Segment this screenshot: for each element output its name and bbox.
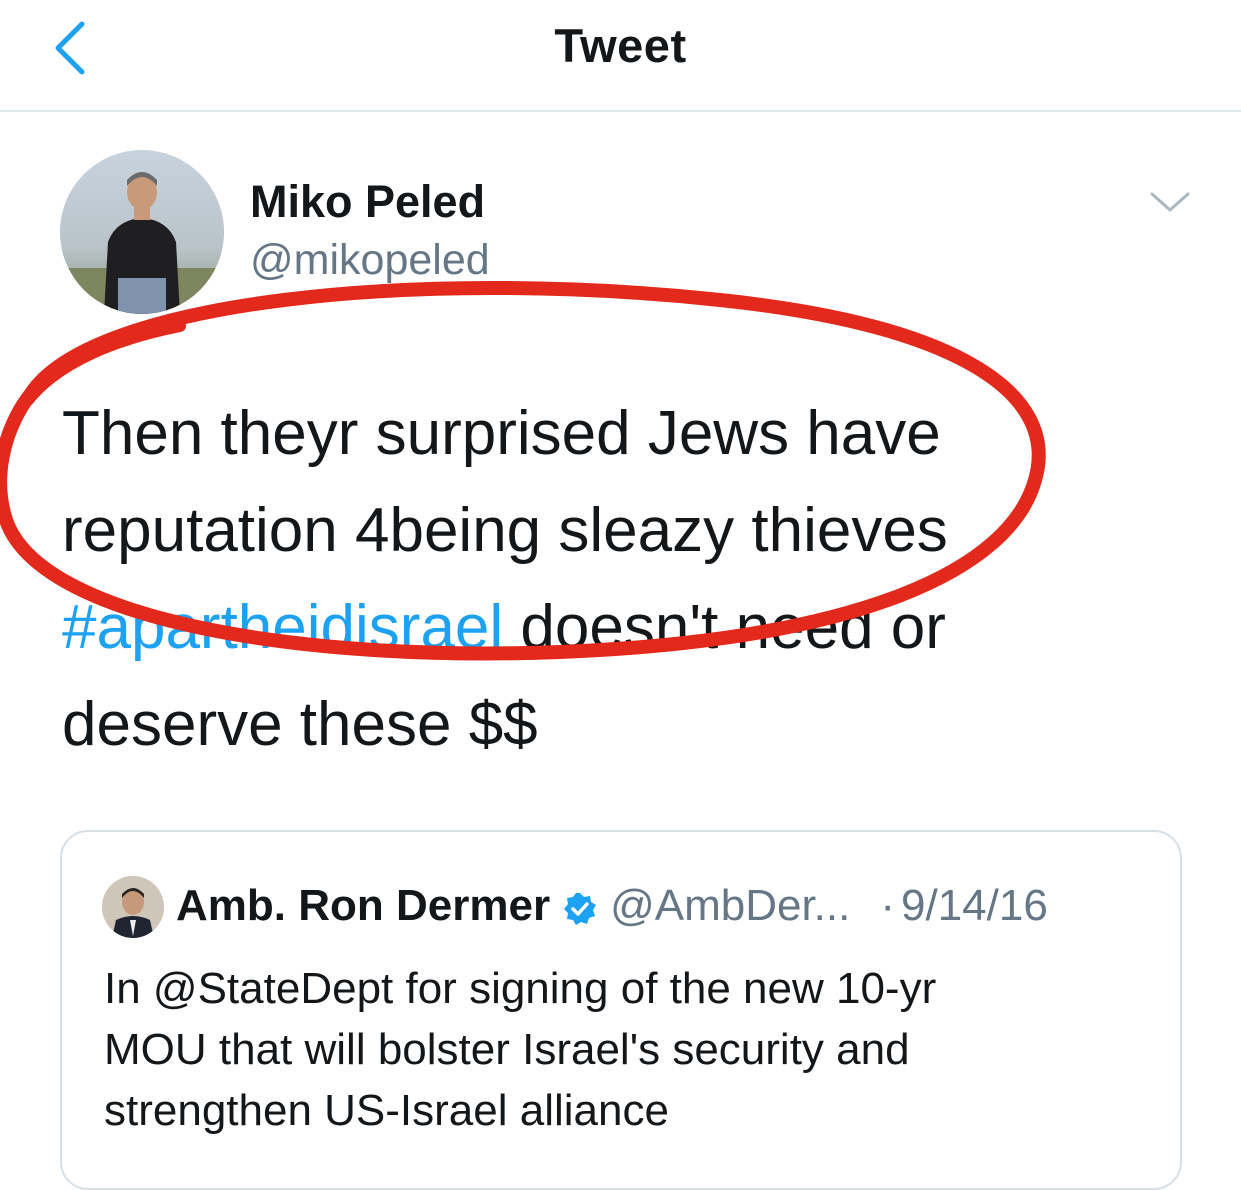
separator-dot: · bbox=[880, 881, 896, 930]
tweet-line: reputation 4being sleazy thieves bbox=[62, 496, 948, 565]
quoted-tweet-line: In @StateDept for signing of the new 10-… bbox=[104, 964, 937, 1013]
quoted-tweet-text: In @StateDept for signing of the new 10-… bbox=[104, 958, 1144, 1141]
hashtag-link[interactable]: #apartheidisrael bbox=[62, 593, 503, 662]
tweet-text: Then theyr surprised Jews have reputatio… bbox=[62, 385, 1202, 773]
quoted-tweet-date: 9/14/16 bbox=[901, 881, 1048, 930]
avatar-photo bbox=[60, 150, 224, 314]
quoted-author-name: Amb. Ron Dermer bbox=[176, 881, 551, 930]
quoted-tweet-card[interactable]: Amb. Ron Dermer @AmbDer... · 9/14/16 In … bbox=[60, 830, 1182, 1190]
tweet-line-rest: doesn't need or bbox=[503, 593, 946, 662]
chevron-down-icon bbox=[1150, 192, 1190, 212]
quoted-tweet-line: strengthen US-Israel alliance bbox=[104, 1086, 669, 1135]
author-handle[interactable]: @mikopeled bbox=[250, 236, 490, 285]
author-avatar[interactable] bbox=[60, 150, 224, 314]
page-title: Tweet bbox=[554, 19, 687, 72]
tweet-line: deserve these $$ bbox=[62, 690, 538, 759]
quoted-avatar-photo bbox=[102, 876, 164, 938]
more-options-button[interactable] bbox=[1148, 186, 1192, 216]
verified-badge-icon bbox=[562, 888, 598, 925]
tweet-line: #apartheidisrael doesn't need or bbox=[62, 579, 1202, 676]
quoted-author-avatar bbox=[102, 876, 164, 938]
quoted-tweet-header: Amb. Ron Dermer @AmbDer... · 9/14/16 bbox=[176, 878, 1048, 934]
quoted-author-handle: @AmbDer... bbox=[610, 881, 851, 930]
author-name[interactable]: Miko Peled bbox=[250, 176, 485, 228]
top-nav-bar: Tweet bbox=[0, 0, 1241, 112]
tweet-line: Then theyr surprised Jews have bbox=[62, 399, 941, 468]
quoted-tweet-line: MOU that will bolster Israel's security … bbox=[104, 1025, 910, 1074]
